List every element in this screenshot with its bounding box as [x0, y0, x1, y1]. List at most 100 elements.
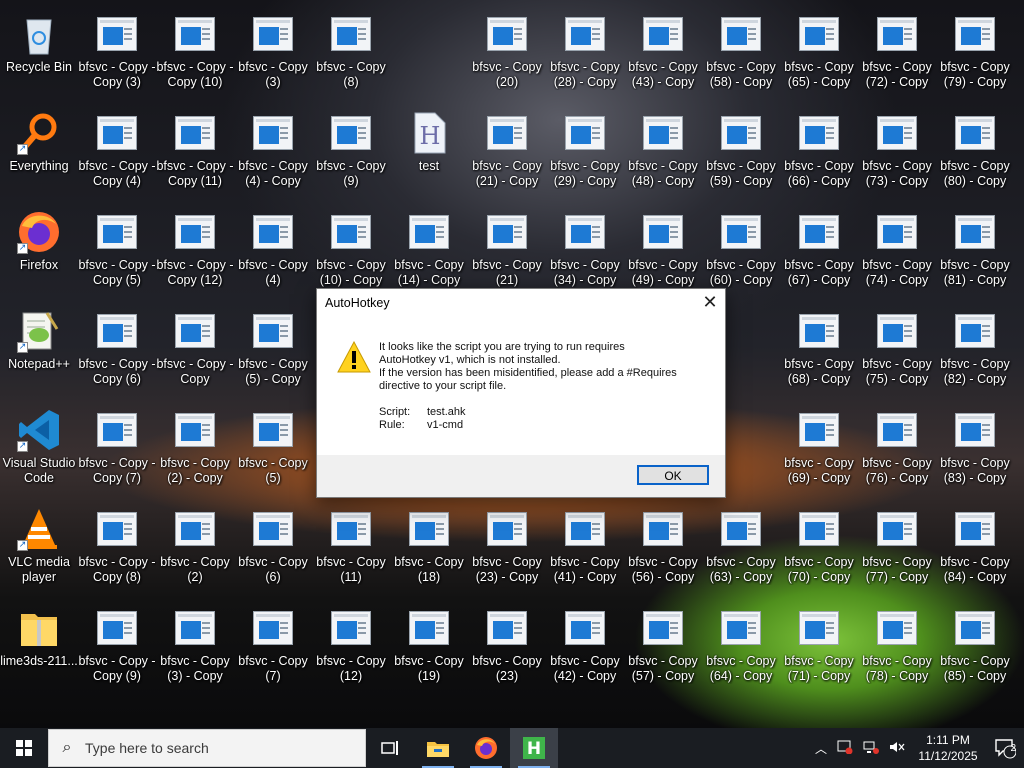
- desktop-icon[interactable]: bfsvc - Copy (5): [234, 400, 312, 492]
- desktop-icon[interactable]: bfsvc - Copy (20): [468, 4, 546, 96]
- desktop-icon[interactable]: bfsvc - Copy (10) - Copy: [312, 202, 390, 294]
- desktop-icon[interactable]: bfsvc - Copy (56) - Copy: [624, 499, 702, 591]
- desktop-icon[interactable]: bfsvc - Copy (29) - Copy: [546, 103, 624, 195]
- clock-time: 1:11 PM: [926, 733, 970, 747]
- desktop-icon[interactable]: bfsvc - Copy - Copy (6): [78, 301, 156, 393]
- app-window-icon: [797, 309, 841, 353]
- desktop-icon[interactable]: bfsvc - Copy - Copy (10): [156, 4, 234, 96]
- taskbar-search-box[interactable]: ⌕ Type here to search: [48, 729, 366, 767]
- clock[interactable]: 1:11 PM 11/12/2025: [910, 732, 986, 764]
- desktop-icon[interactable]: bfsvc - Copy - Copy (11): [156, 103, 234, 195]
- desktop-icon[interactable]: bfsvc - Copy (43) - Copy: [624, 4, 702, 96]
- network-icon[interactable]: [858, 740, 884, 757]
- desktop-icon[interactable]: bfsvc - Copy - Copy (8): [78, 499, 156, 591]
- desktop-icon[interactable]: Htest: [390, 103, 468, 195]
- desktop-icon[interactable]: ↗ Notepad++: [0, 301, 78, 393]
- desktop-icon[interactable]: bfsvc - Copy (49) - Copy: [624, 202, 702, 294]
- firefox-taskbar-button[interactable]: [462, 728, 510, 768]
- desktop-icon[interactable]: bfsvc - Copy (3) - Copy: [156, 598, 234, 690]
- desktop-icon[interactable]: bfsvc - Copy (81) - Copy: [936, 202, 1014, 294]
- volume-muted-icon[interactable]: [884, 740, 910, 757]
- desktop-icon-label: bfsvc - Copy (82) - Copy: [940, 357, 1010, 386]
- desktop-icon[interactable]: bfsvc - Copy (9): [312, 103, 390, 195]
- desktop-icon[interactable]: bfsvc - Copy - Copy (3): [78, 4, 156, 96]
- desktop-icon[interactable]: bfsvc - Copy (68) - Copy: [780, 301, 858, 393]
- desktop-icon[interactable]: bfsvc - Copy (80) - Copy: [936, 103, 1014, 195]
- chevron-up-icon[interactable]: ︿: [810, 740, 832, 757]
- desktop-icon[interactable]: bfsvc - Copy (79) - Copy: [936, 4, 1014, 96]
- desktop-icon[interactable]: bfsvc - Copy (34) - Copy: [546, 202, 624, 294]
- desktop-icon[interactable]: bfsvc - Copy - Copy (7): [78, 400, 156, 492]
- start-button[interactable]: [0, 728, 48, 768]
- desktop-icon[interactable]: bfsvc - Copy (59) - Copy: [702, 103, 780, 195]
- close-button[interactable]: ✕: [695, 289, 725, 315]
- desktop-icon[interactable]: bfsvc - Copy (7): [234, 598, 312, 690]
- task-view-button[interactable]: [366, 728, 414, 768]
- desktop-icon[interactable]: bfsvc - Copy (84) - Copy: [936, 499, 1014, 591]
- app-window-icon: [641, 210, 685, 254]
- app-window-icon: [251, 111, 295, 155]
- desktop-icon[interactable]: bfsvc - Copy (41) - Copy: [546, 499, 624, 591]
- desktop-icon[interactable]: bfsvc - Copy (18): [390, 499, 468, 591]
- desktop-icon[interactable]: bfsvc - Copy (82) - Copy: [936, 301, 1014, 393]
- desktop-icon[interactable]: bfsvc - Copy (85) - Copy: [936, 598, 1014, 690]
- desktop-icon[interactable]: bfsvc - Copy (12): [312, 598, 390, 690]
- desktop-icon[interactable]: bfsvc - Copy (75) - Copy: [858, 301, 936, 393]
- desktop-icon[interactable]: bfsvc - Copy (60) - Copy: [702, 202, 780, 294]
- desktop-icon[interactable]: Recycle Bin: [0, 4, 78, 96]
- desktop-icon[interactable]: bfsvc - Copy (42) - Copy: [546, 598, 624, 690]
- desktop-icon[interactable]: bfsvc - Copy (23) - Copy: [468, 499, 546, 591]
- desktop-icon[interactable]: ↗ Firefox: [0, 202, 78, 294]
- desktop-icon[interactable]: bfsvc - Copy - Copy (12): [156, 202, 234, 294]
- desktop-icon[interactable]: ↗ Visual Studio Code: [0, 400, 78, 492]
- desktop-icon[interactable]: bfsvc - Copy - Copy (9): [78, 598, 156, 690]
- desktop-icon[interactable]: bfsvc - Copy (71) - Copy: [780, 598, 858, 690]
- desktop-icon[interactable]: lime3ds-211...: [0, 598, 78, 690]
- desktop-icon[interactable]: bfsvc - Copy (70) - Copy: [780, 499, 858, 591]
- desktop-icon[interactable]: bfsvc - Copy (4) - Copy: [234, 103, 312, 195]
- desktop-icon[interactable]: bfsvc - Copy (74) - Copy: [858, 202, 936, 294]
- desktop-icon[interactable]: bfsvc - Copy (21) - Copy: [468, 103, 546, 195]
- desktop-icon[interactable]: ↗ Everything: [0, 103, 78, 195]
- ok-button[interactable]: OK: [637, 465, 709, 485]
- autohotkey-taskbar-button[interactable]: H: [510, 728, 558, 768]
- app-window-icon: [173, 210, 217, 254]
- desktop-icon[interactable]: bfsvc - Copy (4): [234, 202, 312, 294]
- desktop-icon[interactable]: bfsvc - Copy (2): [156, 499, 234, 591]
- desktop-icon[interactable]: bfsvc - Copy (21): [468, 202, 546, 294]
- desktop-icon[interactable]: bfsvc - Copy - Copy (5): [78, 202, 156, 294]
- app-window-icon: [563, 210, 607, 254]
- desktop-icon[interactable]: bfsvc - Copy (14) - Copy: [390, 202, 468, 294]
- desktop-icon[interactable]: bfsvc - Copy (2) - Copy: [156, 400, 234, 492]
- notification-center-button[interactable]: 2: [986, 728, 1024, 768]
- desktop-icon[interactable]: bfsvc - Copy (11): [312, 499, 390, 591]
- desktop-icon[interactable]: bfsvc - Copy (77) - Copy: [858, 499, 936, 591]
- desktop-icon[interactable]: bfsvc - Copy (83) - Copy: [936, 400, 1014, 492]
- desktop-icon[interactable]: bfsvc - Copy (5) - Copy: [234, 301, 312, 393]
- desktop-icon[interactable]: bfsvc - Copy (69) - Copy: [780, 400, 858, 492]
- desktop-icon[interactable]: bfsvc - Copy (78) - Copy: [858, 598, 936, 690]
- desktop-icon[interactable]: bfsvc - Copy (8): [312, 4, 390, 96]
- desktop-icon[interactable]: ↗ VLC media player: [0, 499, 78, 591]
- desktop-icon[interactable]: bfsvc - Copy (73) - Copy: [858, 103, 936, 195]
- desktop-icon[interactable]: bfsvc - Copy - Copy: [156, 301, 234, 393]
- desktop-icon[interactable]: bfsvc - Copy (3): [234, 4, 312, 96]
- svg-text:H: H: [527, 739, 541, 759]
- defender-alert-icon[interactable]: [832, 740, 858, 757]
- file-explorer-button[interactable]: [414, 728, 462, 768]
- desktop-icon[interactable]: bfsvc - Copy (23): [468, 598, 546, 690]
- desktop-icon[interactable]: bfsvc - Copy (57) - Copy: [624, 598, 702, 690]
- desktop-icon[interactable]: bfsvc - Copy (6): [234, 499, 312, 591]
- desktop-icon[interactable]: bfsvc - Copy (67) - Copy: [780, 202, 858, 294]
- desktop-icon[interactable]: bfsvc - Copy (76) - Copy: [858, 400, 936, 492]
- desktop-icon[interactable]: bfsvc - Copy (66) - Copy: [780, 103, 858, 195]
- desktop-icon[interactable]: bfsvc - Copy - Copy (4): [78, 103, 156, 195]
- desktop-icon[interactable]: bfsvc - Copy (28) - Copy: [546, 4, 624, 96]
- desktop-icon[interactable]: bfsvc - Copy (63) - Copy: [702, 499, 780, 591]
- desktop-icon[interactable]: bfsvc - Copy (58) - Copy: [702, 4, 780, 96]
- desktop-icon[interactable]: bfsvc - Copy (64) - Copy: [702, 598, 780, 690]
- desktop-icon[interactable]: bfsvc - Copy (65) - Copy: [780, 4, 858, 96]
- desktop-icon[interactable]: bfsvc - Copy (72) - Copy: [858, 4, 936, 96]
- desktop-icon[interactable]: bfsvc - Copy (48) - Copy: [624, 103, 702, 195]
- desktop-icon[interactable]: bfsvc - Copy (19): [390, 598, 468, 690]
